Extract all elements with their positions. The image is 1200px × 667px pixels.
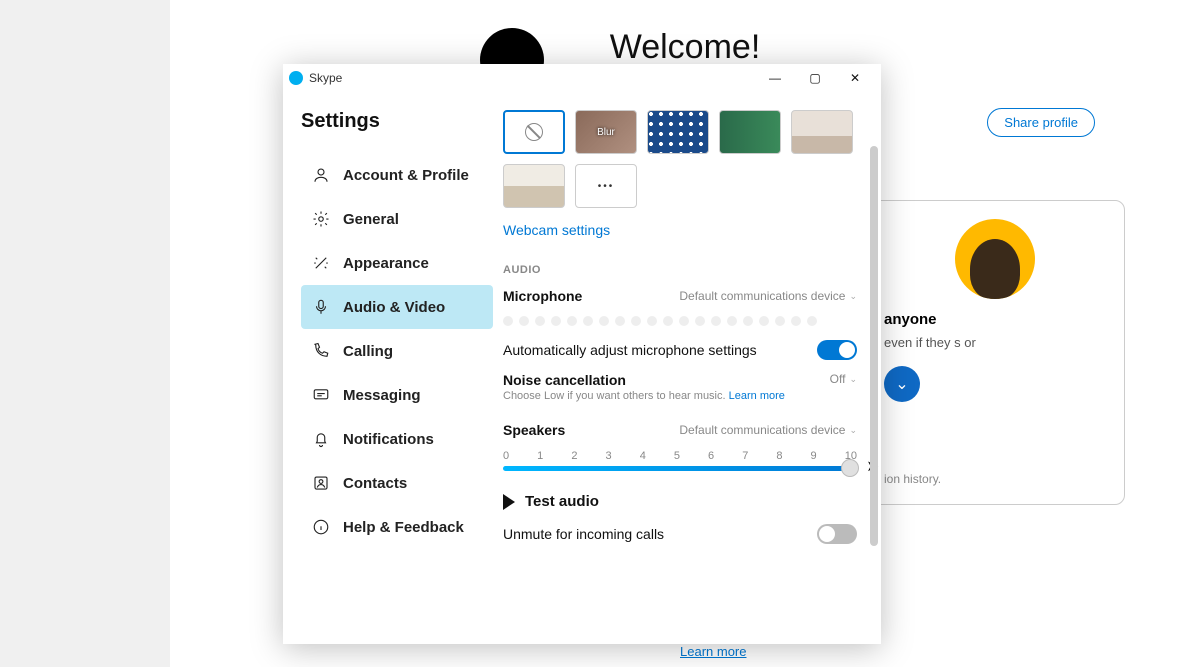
nav-label: Audio & Video bbox=[343, 299, 445, 316]
speakers-label: Speakers bbox=[503, 422, 565, 438]
bg-option-office2[interactable] bbox=[503, 164, 565, 208]
audio-section-label: AUDIO bbox=[503, 264, 857, 276]
bg-option-nature[interactable] bbox=[719, 110, 781, 154]
noise-cancel-dropdown[interactable]: Off⌄ bbox=[830, 372, 857, 386]
speaker-volume-slider[interactable]: ➤ bbox=[503, 466, 857, 471]
nav-label: Account & Profile bbox=[343, 167, 469, 184]
test-audio-label: Test audio bbox=[525, 493, 599, 510]
chevron-down-icon: ⌄ bbox=[895, 374, 908, 394]
nav-label: Contacts bbox=[343, 475, 407, 492]
skype-logo-icon bbox=[289, 71, 303, 85]
nav-appearance[interactable]: Appearance bbox=[301, 241, 493, 285]
learn-more-link-bg[interactable]: Learn more bbox=[680, 644, 746, 659]
welcome-heading: Welcome! bbox=[610, 28, 761, 67]
noise-cancel-hint: Choose Low if you want others to hear mu… bbox=[503, 390, 785, 402]
share-card-footer: ion history. bbox=[884, 472, 1106, 486]
auto-adjust-toggle[interactable] bbox=[817, 340, 857, 360]
gear-icon bbox=[311, 209, 331, 229]
nav-help-feedback[interactable]: Help & Feedback bbox=[301, 505, 493, 549]
nav-label: Calling bbox=[343, 343, 393, 360]
settings-window: Skype — ▢ ✕ Settings Account & Profile G… bbox=[283, 64, 881, 644]
chevron-down-icon: ⌄ bbox=[849, 291, 857, 302]
bell-icon bbox=[311, 429, 331, 449]
wand-icon bbox=[311, 253, 331, 273]
scrollbar[interactable] bbox=[870, 76, 878, 616]
microphone-device-dropdown[interactable]: Default communications device⌄ bbox=[679, 289, 857, 303]
unmute-toggle[interactable] bbox=[817, 524, 857, 544]
play-icon bbox=[503, 494, 515, 510]
unmute-label: Unmute for incoming calls bbox=[503, 526, 664, 542]
bg-option-pattern[interactable] bbox=[647, 110, 709, 154]
settings-heading: Settings bbox=[301, 110, 493, 133]
chevron-down-icon: ⌄ bbox=[849, 425, 857, 436]
window-title: Skype bbox=[309, 71, 342, 85]
auto-adjust-label: Automatically adjust microphone settings bbox=[503, 342, 757, 358]
nav-label: General bbox=[343, 211, 399, 228]
share-profile-button[interactable]: Share profile bbox=[987, 108, 1095, 137]
info-icon bbox=[311, 517, 331, 537]
contacts-icon bbox=[311, 473, 331, 493]
share-card-desc: even if they s or bbox=[884, 334, 1106, 352]
chevron-down-icon: ⌄ bbox=[849, 374, 857, 385]
microphone-label: Microphone bbox=[503, 288, 582, 304]
titlebar: Skype — ▢ ✕ bbox=[283, 64, 881, 92]
settings-nav: Settings Account & Profile General Appea… bbox=[283, 92, 493, 644]
noise-cancel-learn-more[interactable]: Learn more bbox=[729, 390, 785, 402]
settings-content: Blur ••• Webcam settings AUDIO Microphon… bbox=[493, 92, 881, 644]
nav-calling[interactable]: Calling bbox=[301, 329, 493, 373]
share-card-illustration bbox=[955, 219, 1035, 299]
phone-icon bbox=[311, 341, 331, 361]
webcam-settings-link[interactable]: Webcam settings bbox=[503, 222, 610, 238]
nav-contacts[interactable]: Contacts bbox=[301, 461, 493, 505]
microphone-icon bbox=[311, 297, 331, 317]
bg-option-none[interactable] bbox=[503, 110, 565, 154]
speaker-slider-labels: 012345678910 bbox=[503, 450, 857, 462]
message-icon bbox=[311, 385, 331, 405]
nav-label: Messaging bbox=[343, 387, 421, 404]
bg-option-blur[interactable]: Blur bbox=[575, 110, 637, 154]
nav-account-profile[interactable]: Account & Profile bbox=[301, 153, 493, 197]
share-card-button[interactable]: ⌄ bbox=[884, 366, 920, 402]
noise-cancel-label: Noise cancellation bbox=[503, 372, 785, 388]
test-audio-button[interactable]: Test audio bbox=[503, 493, 857, 510]
slider-handle[interactable] bbox=[841, 459, 859, 477]
nav-label: Help & Feedback bbox=[343, 519, 464, 536]
share-card-title: anyone bbox=[884, 311, 1106, 328]
nav-audio-video[interactable]: Audio & Video bbox=[301, 285, 493, 329]
nav-notifications[interactable]: Notifications bbox=[301, 417, 493, 461]
user-icon bbox=[311, 165, 331, 185]
scrollbar-thumb[interactable] bbox=[870, 146, 878, 546]
nav-label: Appearance bbox=[343, 255, 429, 272]
nav-messaging[interactable]: Messaging bbox=[301, 373, 493, 417]
speakers-device-dropdown[interactable]: Default communications device⌄ bbox=[679, 423, 857, 437]
close-button[interactable]: ✕ bbox=[835, 64, 875, 92]
microphone-level-meter bbox=[503, 316, 857, 326]
minimize-button[interactable]: — bbox=[755, 64, 795, 92]
blur-label: Blur bbox=[597, 127, 615, 138]
bg-option-office1[interactable] bbox=[791, 110, 853, 154]
bg-option-more[interactable]: ••• bbox=[575, 164, 637, 208]
share-card: anyone even if they s or ⌄ ion history. bbox=[865, 200, 1125, 505]
nav-label: Notifications bbox=[343, 431, 434, 448]
maximize-button[interactable]: ▢ bbox=[795, 64, 835, 92]
nav-general[interactable]: General bbox=[301, 197, 493, 241]
